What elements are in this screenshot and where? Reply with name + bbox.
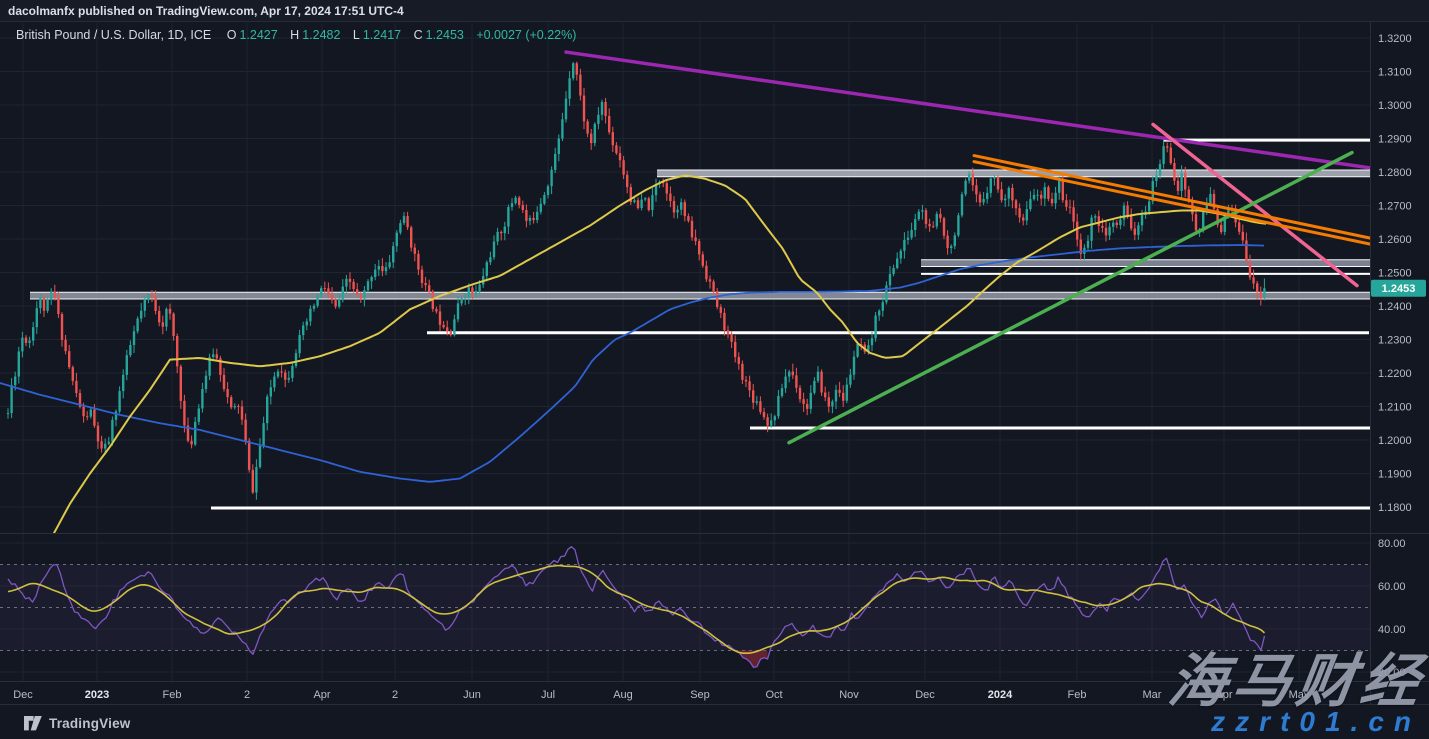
svg-text:1.2600: 1.2600 bbox=[1378, 234, 1412, 246]
tradingview-chart-screenshot: dacolmanfx published on TradingView.com,… bbox=[0, 0, 1429, 739]
svg-text:1.3200: 1.3200 bbox=[1378, 33, 1412, 45]
low-label: L bbox=[353, 28, 360, 42]
low-value: 1.2417 bbox=[363, 28, 401, 42]
price-axis[interactable]: 1.3200 1.3100 1.3000 1.2900 1.2800 1.2700 1.26… bbox=[1378, 33, 1412, 679]
svg-text:1.3000: 1.3000 bbox=[1378, 100, 1412, 112]
svg-text:1.2100: 1.2100 bbox=[1378, 402, 1412, 414]
tradingview-brand-text: TradingView bbox=[49, 716, 130, 731]
svg-text:Mar: Mar bbox=[1143, 689, 1162, 701]
tradingview-logo[interactable]: TradingView bbox=[24, 716, 130, 731]
svg-text:1.2200: 1.2200 bbox=[1378, 368, 1412, 380]
svg-text:1.2700: 1.2700 bbox=[1378, 201, 1412, 213]
svg-text:1.1800: 1.1800 bbox=[1378, 502, 1412, 514]
tradingview-logo-icon bbox=[24, 716, 42, 731]
svg-text:Dec: Dec bbox=[915, 689, 935, 701]
svg-text:Jul: Jul bbox=[541, 689, 555, 701]
trendline-major-descending-purple bbox=[566, 52, 1371, 168]
svg-text:1.2400: 1.2400 bbox=[1378, 301, 1412, 313]
ma-blue-line bbox=[0, 245, 1264, 482]
svg-text:Sep: Sep bbox=[690, 689, 710, 701]
current-price-badge: 1.2453 bbox=[1371, 280, 1426, 297]
svg-text:1.2900: 1.2900 bbox=[1378, 134, 1412, 146]
price-pane[interactable] bbox=[0, 52, 1373, 540]
symbol-title[interactable]: British Pound / U.S. Dollar, 1D, ICE bbox=[16, 28, 211, 42]
svg-text:1.2300: 1.2300 bbox=[1378, 335, 1412, 347]
svg-text:1.2453: 1.2453 bbox=[1382, 283, 1416, 295]
svg-text:Aug: Aug bbox=[613, 689, 633, 701]
svg-text:1.2800: 1.2800 bbox=[1378, 167, 1412, 179]
chart-canvas[interactable]: 1.3200 1.3100 1.3000 1.2900 1.2800 1.2700 1.26… bbox=[0, 0, 1429, 739]
rsi-pane[interactable] bbox=[0, 547, 1370, 668]
watermark-url: zzrt01.cn bbox=[1211, 706, 1421, 738]
time-axis[interactable]: Dec 2023 Feb 2 Apr 2 Jun Jul Aug Sep Oct Nov Dec 2024… bbox=[13, 689, 1310, 701]
price-zone bbox=[30, 292, 1373, 299]
watermark-cjk: 海马财经 bbox=[1165, 653, 1429, 711]
svg-text:Apr: Apr bbox=[313, 689, 330, 701]
svg-text:80.00: 80.00 bbox=[1378, 538, 1406, 550]
open-label: O bbox=[227, 28, 237, 42]
svg-text:Feb: Feb bbox=[163, 689, 182, 701]
symbol-legend[interactable]: British Pound / U.S. Dollar, 1D, ICE O1.… bbox=[16, 28, 579, 42]
svg-text:Nov: Nov bbox=[839, 689, 859, 701]
svg-text:Oct: Oct bbox=[765, 689, 782, 701]
svg-text:2: 2 bbox=[244, 689, 250, 701]
svg-text:2024: 2024 bbox=[988, 689, 1013, 701]
close-label: C bbox=[414, 28, 423, 42]
svg-text:1.3100: 1.3100 bbox=[1378, 67, 1412, 79]
trendlines[interactable] bbox=[566, 52, 1373, 443]
svg-text:1.1900: 1.1900 bbox=[1378, 469, 1412, 481]
svg-text:40.00: 40.00 bbox=[1378, 624, 1406, 636]
change-value: +0.0027 (+0.22%) bbox=[476, 28, 576, 42]
svg-text:2: 2 bbox=[392, 689, 398, 701]
high-value: 1.2482 bbox=[302, 28, 340, 42]
svg-text:1.2500: 1.2500 bbox=[1378, 268, 1412, 280]
svg-text:Jun: Jun bbox=[463, 689, 481, 701]
ma-yellow-line bbox=[50, 176, 1266, 541]
svg-text:2023: 2023 bbox=[85, 689, 109, 701]
open-value: 1.2427 bbox=[239, 28, 277, 42]
high-label: H bbox=[290, 28, 299, 42]
svg-text:Feb: Feb bbox=[1068, 689, 1087, 701]
svg-text:1.2000: 1.2000 bbox=[1378, 435, 1412, 447]
svg-text:60.00: 60.00 bbox=[1378, 581, 1406, 593]
svg-text:Dec: Dec bbox=[13, 689, 33, 701]
close-value: 1.2453 bbox=[426, 28, 464, 42]
